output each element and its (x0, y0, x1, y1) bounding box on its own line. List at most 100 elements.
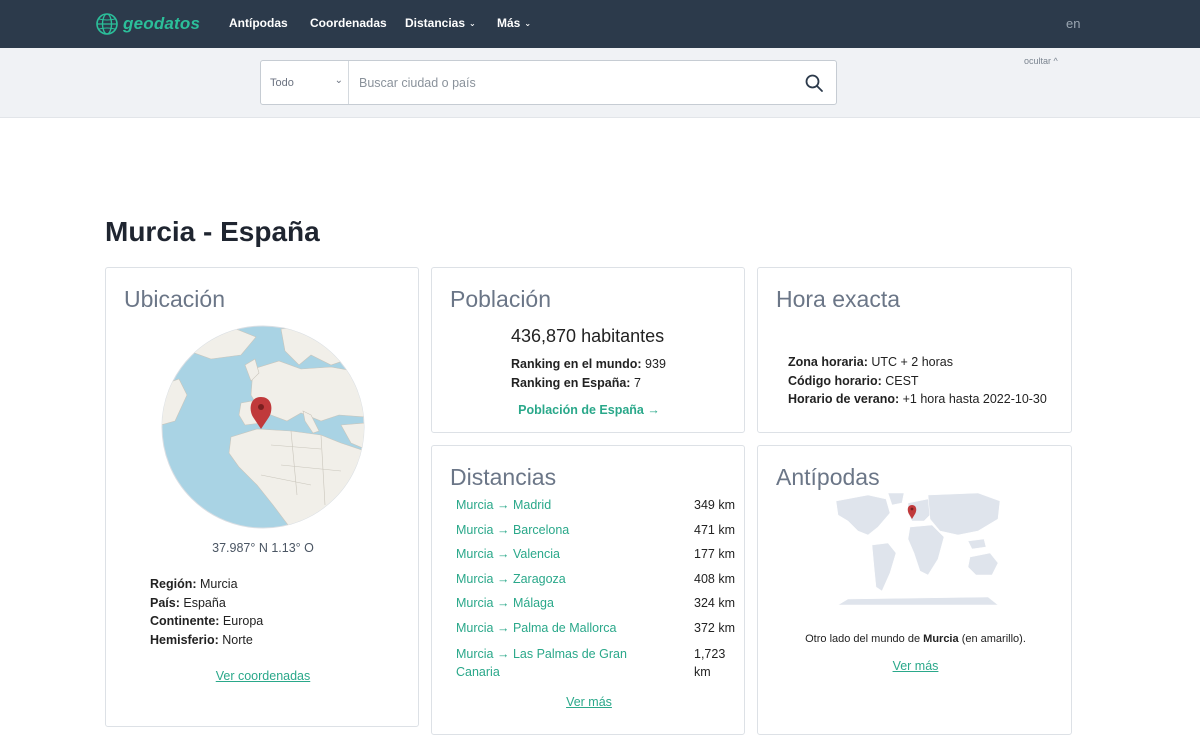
distance-row: Murcia → Palma de Mallorca 372 km (456, 621, 735, 635)
card-title: Ubicación (124, 286, 225, 312)
time-card: Hora exacta Zona horaria: UTC + 2 horas … (757, 267, 1072, 433)
detail-label: Hemisferio: (150, 632, 219, 647)
nav-item-label: Coordenadas (310, 16, 387, 30)
population-value: 436,870 habitantes (511, 326, 665, 346)
antipodes-caption: Otro lado del mundo de Murcia (en amaril… (758, 633, 1073, 645)
chevron-down-icon: ⌄ (334, 75, 343, 86)
ranking-value: 7 (633, 375, 641, 390)
population-card: Población 436,870 habitantes Ranking en … (431, 267, 745, 433)
search-icon (805, 74, 823, 92)
nav-item-mas[interactable]: Más ⌄ (497, 16, 531, 30)
time-label: Zona horaria: (788, 355, 868, 369)
time-value: +1 hora hasta 2022-10-30 (902, 392, 1047, 406)
distance-route-link[interactable]: Murcia → Zaragoza (456, 572, 566, 586)
distance-route-line: Murcia → Las Palmas de Gran (456, 647, 627, 661)
country-population-link[interactable]: Población de España → (432, 403, 746, 417)
coordinates-text: 37.987° N 1.13° O (212, 541, 314, 555)
caption-city: Murcia (923, 633, 959, 645)
location-card: Ubicación 37.987° N 1.13° O Región: Murc… (105, 267, 419, 727)
time-row: Horario de verano: +1 hora hasta 2022-10… (788, 390, 1047, 409)
search-scope-select[interactable]: Todo ⌄ (261, 61, 349, 104)
distance-row: Murcia → Las Palmas de Gran Canaria 1,72… (456, 645, 725, 681)
detail-label: País: (150, 595, 180, 610)
nav-item-label: Distancias (405, 16, 466, 30)
time-row: Zona horaria: UTC + 2 horas (788, 353, 1047, 372)
search-box: Todo ⌄ (260, 60, 837, 105)
distance-route-link[interactable]: Murcia → Madrid (456, 498, 551, 512)
ranking-value: 939 (645, 357, 666, 371)
antipodes-card: Antípodas Otro lado del mundo de Murcia … (757, 445, 1072, 735)
detail-row: País: España (150, 594, 263, 613)
distance-km: 177 km (694, 547, 735, 561)
distance-route-link[interactable]: Murcia → Las Palmas de Gran Canaria (456, 645, 716, 681)
detail-value: Murcia (200, 577, 238, 591)
caption-prefix: Otro lado del mundo de (805, 633, 921, 645)
distance-route-link[interactable]: Murcia → Valencia (456, 547, 560, 561)
location-details: Región: Murcia País: España Continente: … (150, 575, 263, 649)
nav-item-antipodas[interactable]: Antípodas (229, 16, 288, 30)
time-label: Horario de verano: (788, 392, 900, 406)
distance-km: 1,723 km (694, 645, 725, 681)
nav-item-label: Antípodas (229, 16, 288, 30)
distance-route-link[interactable]: Murcia → Barcelona (456, 523, 569, 537)
view-coordinates-link[interactable]: Ver coordenadas (106, 669, 420, 683)
population-rankings: Ranking en el mundo: 939 Ranking en Espa… (511, 355, 666, 392)
globe-map (161, 325, 365, 529)
logo-text: geodatos (123, 14, 201, 33)
card-title: Distancias (450, 464, 557, 490)
ranking-row: Ranking en España: 7 (511, 374, 666, 393)
distance-km: 471 km (694, 523, 735, 537)
distance-row: Murcia → Madrid 349 km (456, 498, 735, 512)
detail-value: Norte (222, 632, 253, 647)
distances-more-link[interactable]: Ver más (432, 695, 746, 709)
page-title: Murcia - España (105, 216, 320, 247)
distance-km: 324 km (694, 596, 735, 610)
distance-km: 349 km (694, 498, 735, 512)
ranking-label: Ranking en España: (511, 375, 631, 390)
detail-value: España (183, 595, 226, 610)
distance-km: 408 km (694, 572, 735, 586)
distances-card: Distancias Murcia → Madrid 349 km Murcia… (431, 445, 745, 735)
time-details: Zona horaria: UTC + 2 horas Código horar… (788, 353, 1047, 409)
search-input[interactable] (350, 61, 790, 104)
card-title: Antípodas (776, 464, 880, 490)
time-label: Código horario: (788, 373, 882, 388)
distance-route-link[interactable]: Murcia → Málaga (456, 596, 554, 610)
distance-route-link[interactable]: Murcia → Palma de Mallorca (456, 621, 616, 635)
ranking-row: Ranking en el mundo: 939 (511, 355, 666, 374)
globe-logo-icon (96, 13, 118, 35)
card-title: Población (450, 286, 552, 312)
detail-row: Continente: Europa (150, 612, 263, 631)
hide-search-link[interactable]: ocultar ^ (1024, 56, 1058, 66)
language-switch[interactable]: en (1066, 16, 1080, 31)
site-logo[interactable]: geodatos (95, 11, 200, 37)
detail-row: Hemisferio: Norte (150, 631, 263, 650)
world-map (835, 492, 1001, 606)
search-button[interactable] (804, 73, 824, 93)
detail-label: Región: (150, 577, 197, 591)
distance-row: Murcia → Valencia 177 km (456, 547, 735, 561)
nav-item-coordenadas[interactable]: Coordenadas (310, 16, 387, 30)
search-band: Todo ⌄ ocultar ^ (0, 48, 1200, 118)
detail-row: Región: Murcia (150, 575, 263, 594)
time-value: CEST (885, 373, 919, 388)
search-scope-value: Todo (270, 77, 294, 89)
distance-row: Murcia → Zaragoza 408 km (456, 572, 735, 586)
chevron-down-icon: ⌄ (469, 19, 476, 28)
antipodes-more-link[interactable]: Ver más (758, 659, 1073, 673)
distance-route-line: Canaria (456, 665, 500, 679)
distance-row: Murcia → Málaga 324 km (456, 596, 735, 610)
ranking-label: Ranking en el mundo: (511, 357, 642, 371)
nav-item-label: Más (497, 16, 521, 30)
time-row: Código horario: CEST (788, 372, 1047, 391)
distance-km-line: 1,723 (694, 647, 726, 661)
nav-item-distancias[interactable]: Distancias ⌄ (405, 16, 476, 30)
distance-km-line: km (694, 665, 711, 679)
time-value: UTC + 2 horas (871, 355, 953, 369)
card-title: Hora exacta (776, 286, 901, 312)
detail-label: Continente: (150, 614, 220, 628)
chevron-down-icon: ⌄ (524, 19, 532, 28)
distance-km: 372 km (694, 621, 735, 635)
caption-suffix: (en amarillo). (961, 633, 1026, 645)
top-navbar: geodatos Antípodas Coordenadas Distancia… (0, 0, 1200, 48)
